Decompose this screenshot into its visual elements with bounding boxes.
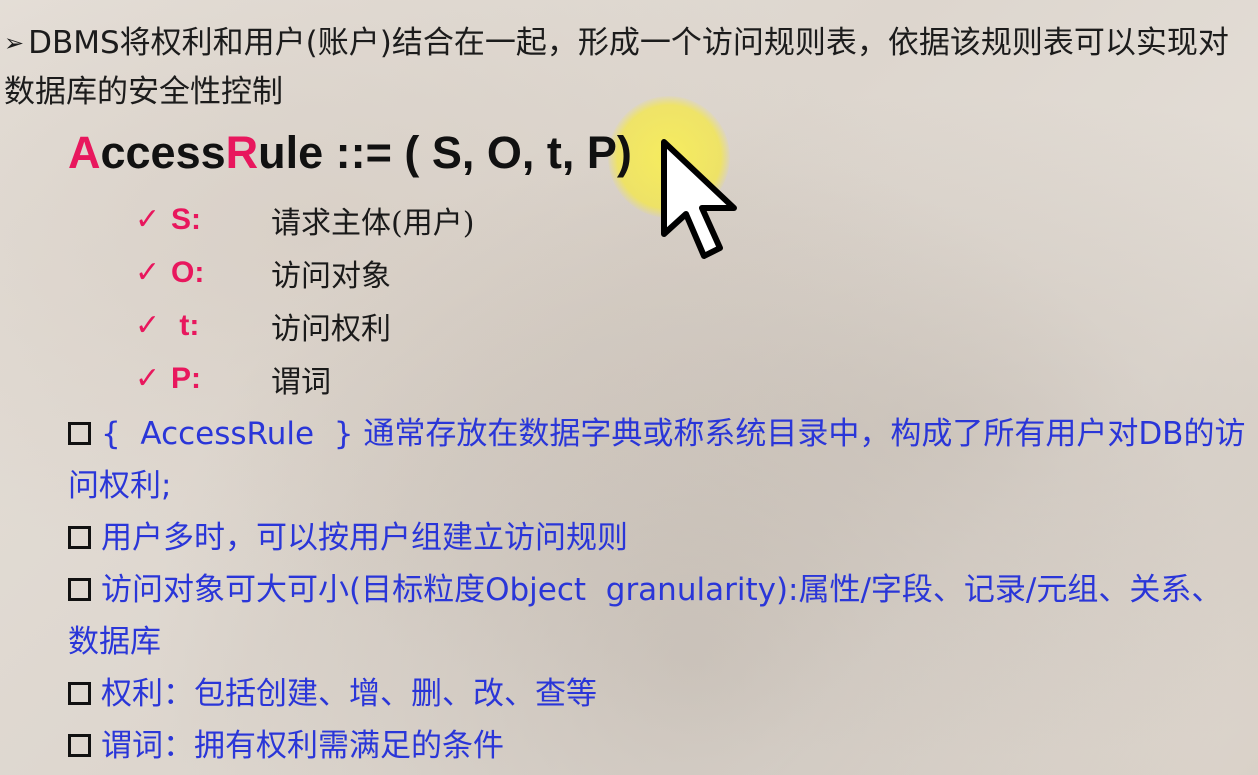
bullet-item: 用户多时，可以按用户组建立访问规则 [68, 512, 1253, 564]
definition-desc: 请求主体(用户) [271, 205, 475, 241]
check-icon: ✓ [135, 255, 161, 290]
definition-item: ✓ O: 访问对象 [135, 246, 474, 299]
intro-paragraph: ➢ DBMS将权利和用户(账户)结合在一起，形成一个访问规则表，依据该规则表可以实… [4, 20, 1249, 116]
bullet-text: 用户多时，可以按用户组建立访问规则 [101, 520, 628, 556]
bullet-item: 访问对象可大可小(目标粒度Object granularity):属性/字段、记… [68, 564, 1253, 668]
definition-desc: 谓词 [271, 364, 331, 400]
bullet-text: { AccessRule } 通常存放在数据字典或称系统目录中，构成了所有用户对… [68, 416, 1246, 504]
formula-letter-a: A [68, 127, 101, 178]
check-icon: ✓ [135, 308, 161, 343]
check-icon: ✓ [135, 361, 161, 396]
bullet-text: 谓词：拥有权利需满足的条件 [101, 728, 504, 764]
checkbox-bullet-icon [68, 578, 91, 601]
checkbox-bullet-icon [68, 734, 91, 757]
formula-text-2: ule ::= ( S, O, t, P) [258, 127, 632, 178]
definition-desc: 访问对象 [271, 258, 391, 294]
formula-text-1: ccess [100, 127, 226, 178]
check-icon: ✓ [135, 202, 161, 237]
definition-key: O: [171, 255, 205, 289]
arrow-cursor-icon [661, 139, 737, 259]
bullet-item: { AccessRule } 通常存放在数据字典或称系统目录中，构成了所有用户对… [68, 408, 1253, 512]
bullet-item: 谓词：拥有权利需满足的条件 [68, 720, 1253, 772]
checkbox-bullet-icon [68, 682, 91, 705]
checkbox-bullet-icon [68, 422, 91, 445]
slide: ➢ DBMS将权利和用户(账户)结合在一起，形成一个访问规则表，依据该规则表可以实… [0, 0, 1258, 775]
arrow-bullet-icon: ➢ [4, 29, 25, 57]
definition-desc: 访问权利 [271, 311, 391, 347]
access-rule-formula: AccessRule ::= ( S, O, t, P) [68, 127, 632, 179]
definition-key: S: [171, 202, 201, 236]
definition-list: ✓ S: 请求主体(用户) ✓ O: 访问对象 ✓ t: 访问权利 ✓ P: 谓… [135, 193, 474, 405]
formula-letter-r: R [225, 127, 259, 178]
bullet-text: 权利：包括创建、增、删、改、查等 [101, 676, 597, 712]
bullet-list: { AccessRule } 通常存放在数据字典或称系统目录中，构成了所有用户对… [68, 408, 1253, 772]
definition-key: t: [171, 308, 200, 342]
bullet-text: 访问对象可大可小(目标粒度Object granularity):属性/字段、记… [68, 572, 1223, 660]
definition-key: P: [171, 361, 201, 395]
definition-item: ✓ S: 请求主体(用户) [135, 193, 474, 246]
checkbox-bullet-icon [68, 526, 91, 549]
bullet-item: 权利：包括创建、增、删、改、查等 [68, 668, 1253, 720]
definition-item: ✓ P: 谓词 [135, 352, 474, 405]
intro-text: DBMS将权利和用户(账户)结合在一起，形成一个访问规则表，依据该规则表可以实现… [4, 25, 1229, 110]
definition-item: ✓ t: 访问权利 [135, 299, 474, 352]
